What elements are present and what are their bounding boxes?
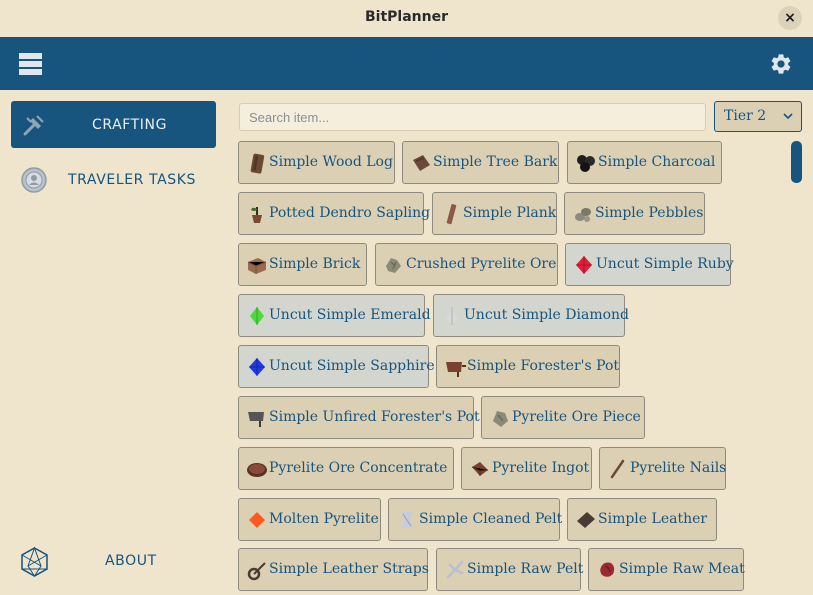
molten-icon	[249, 512, 265, 528]
item-button-simple-leather[interactable]: Simple Leather	[567, 498, 717, 541]
item-button-simple-plank[interactable]: Simple Plank	[432, 192, 557, 235]
about-icon[interactable]	[20, 546, 49, 578]
item-label: Uncut Simple Ruby	[596, 256, 734, 272]
item-button-simple-charcoal[interactable]: Simple Charcoal	[567, 141, 722, 184]
item-label: Simple Leather	[598, 511, 708, 527]
sapling-icon	[251, 207, 262, 223]
item-button-uncut-simple-sapphire[interactable]: Uncut Simple Sapphire	[238, 345, 435, 388]
emerald-icon	[250, 307, 264, 325]
item-label: Simple Brick	[269, 256, 361, 272]
sidebar-item-label: TRAVELER TASKS	[68, 172, 197, 188]
brick-icon	[247, 258, 267, 274]
tier-value: Tier 2	[724, 108, 767, 124]
item-label: Uncut Simple Emerald	[269, 307, 431, 323]
item-button-pyrelite-ingot[interactable]: Pyrelite Ingot	[461, 447, 592, 490]
leather-straps-icon	[247, 562, 266, 581]
item-button-simple-raw-meat[interactable]: Simple Raw Meat	[588, 548, 745, 591]
close-button[interactable]: ×	[778, 6, 802, 30]
item-label: Pyrelite Ore Concentrate	[269, 460, 448, 476]
item-button-potted-dendro-sapling[interactable]: Potted Dendro Sapling	[238, 192, 430, 235]
pebbles-icon	[575, 208, 591, 222]
window-title: BitPlanner	[364, 9, 448, 25]
item-label: Simple Raw Meat	[619, 561, 745, 577]
ore-concentrate-icon	[247, 463, 267, 477]
raw-meat-icon	[600, 562, 615, 577]
item-label: Pyrelite Nails	[630, 460, 727, 476]
item-button-molten-pyrelite[interactable]: Molten Pyrelite	[238, 498, 381, 541]
item-label: Simple Charcoal	[598, 154, 716, 170]
charcoal-icon	[577, 155, 595, 172]
item-button-crushed-pyrelite-ore[interactable]: Crushed Pyrelite Ore	[375, 243, 558, 286]
nails-icon	[610, 459, 625, 479]
item-button-uncut-simple-ruby[interactable]: Uncut Simple Ruby	[565, 243, 734, 286]
tree-bark-icon	[413, 155, 430, 171]
item-label: Simple Forester's Pot	[467, 358, 620, 374]
item-button-uncut-simple-diamond[interactable]: Uncut Simple Diamond	[433, 294, 629, 337]
sidebar: CRAFTING TRAVELER TASKS	[0, 90, 228, 595]
item-label: Potted Dendro Sapling	[269, 205, 431, 221]
sidebar-item-traveler-tasks[interactable]: TRAVELER TASKS	[11, 156, 216, 203]
menu-icon[interactable]	[19, 53, 42, 75]
raw-pelt-icon	[446, 560, 464, 579]
plank-icon	[446, 204, 457, 225]
item-scrollbar-track[interactable]	[791, 141, 802, 595]
unfired-pot-icon	[248, 412, 264, 427]
sidebar-item-crafting[interactable]: CRAFTING	[11, 101, 216, 148]
sidebar-item-label: CRAFTING	[91, 117, 168, 133]
item-button-pyrelite-ore-piece[interactable]: Pyrelite Ore Piece	[481, 396, 645, 439]
gear-icon[interactable]	[769, 52, 793, 76]
ore-piece-icon	[493, 411, 508, 427]
item-button-simple-wood-log[interactable]: Simple Wood Log	[238, 141, 395, 184]
item-label: Simple Plank	[463, 205, 557, 221]
item-button-simple-unfired-foresters-pot[interactable]: Simple Unfired Forester's Pot	[238, 396, 480, 439]
cleaned-pelt-icon	[401, 512, 413, 528]
item-label: Uncut Simple Diamond	[464, 307, 629, 323]
item-button-simple-pebbles[interactable]: Simple Pebbles	[564, 192, 705, 235]
item-button-simple-foresters-pot[interactable]: Simple Forester's Pot	[436, 345, 620, 388]
item-label: Molten Pyrelite	[269, 511, 379, 527]
tier-select[interactable]: Tier 2	[714, 101, 802, 132]
item-button-simple-raw-pelt[interactable]: Simple Raw Pelt	[436, 548, 584, 591]
item-label: Pyrelite Ingot	[492, 460, 590, 476]
item-label: Simple Pebbles	[595, 205, 704, 221]
crushed-ore-icon	[386, 258, 401, 273]
item-label: Simple Cleaned Pelt	[419, 511, 563, 527]
wood-log-icon	[250, 153, 265, 174]
item-label: Simple Leather Straps	[269, 561, 429, 577]
forester-pot-icon	[446, 362, 466, 377]
item-label: Simple Raw Pelt	[467, 561, 584, 577]
item-label: Uncut Simple Sapphire	[269, 358, 435, 374]
item-button-simple-cleaned-pelt[interactable]: Simple Cleaned Pelt	[388, 498, 563, 541]
chevron-down-icon	[783, 113, 793, 120]
item-button-simple-leather-straps[interactable]: Simple Leather Straps	[238, 548, 429, 591]
app-header	[0, 37, 813, 90]
item-button-simple-brick[interactable]: Simple Brick	[238, 243, 367, 286]
diamond-icon	[446, 307, 458, 325]
item-label: Simple Wood Log	[269, 154, 393, 170]
sapphire-icon	[249, 358, 265, 376]
item-button-uncut-simple-emerald[interactable]: Uncut Simple Emerald	[238, 294, 431, 337]
item-label: Simple Tree Bark	[433, 154, 558, 170]
ruby-icon	[576, 256, 592, 274]
about-link[interactable]: ABOUT	[105, 553, 157, 569]
ingot-icon	[471, 462, 489, 476]
item-button-simple-tree-bark[interactable]: Simple Tree Bark	[402, 141, 559, 184]
item-label: Simple Unfired Forester's Pot	[269, 409, 480, 425]
item-button-pyrelite-nails[interactable]: Pyrelite Nails	[599, 447, 726, 490]
leather-icon	[577, 512, 595, 528]
item-scrollbar-thumb[interactable]	[791, 141, 802, 183]
search-input[interactable]	[239, 103, 706, 131]
window-titlebar: BitPlanner ×	[0, 0, 813, 37]
item-label: Crushed Pyrelite Ore	[406, 256, 557, 272]
item-button-pyrelite-ore-concentrate[interactable]: Pyrelite Ore Concentrate	[238, 447, 454, 490]
item-label: Pyrelite Ore Piece	[512, 409, 641, 425]
